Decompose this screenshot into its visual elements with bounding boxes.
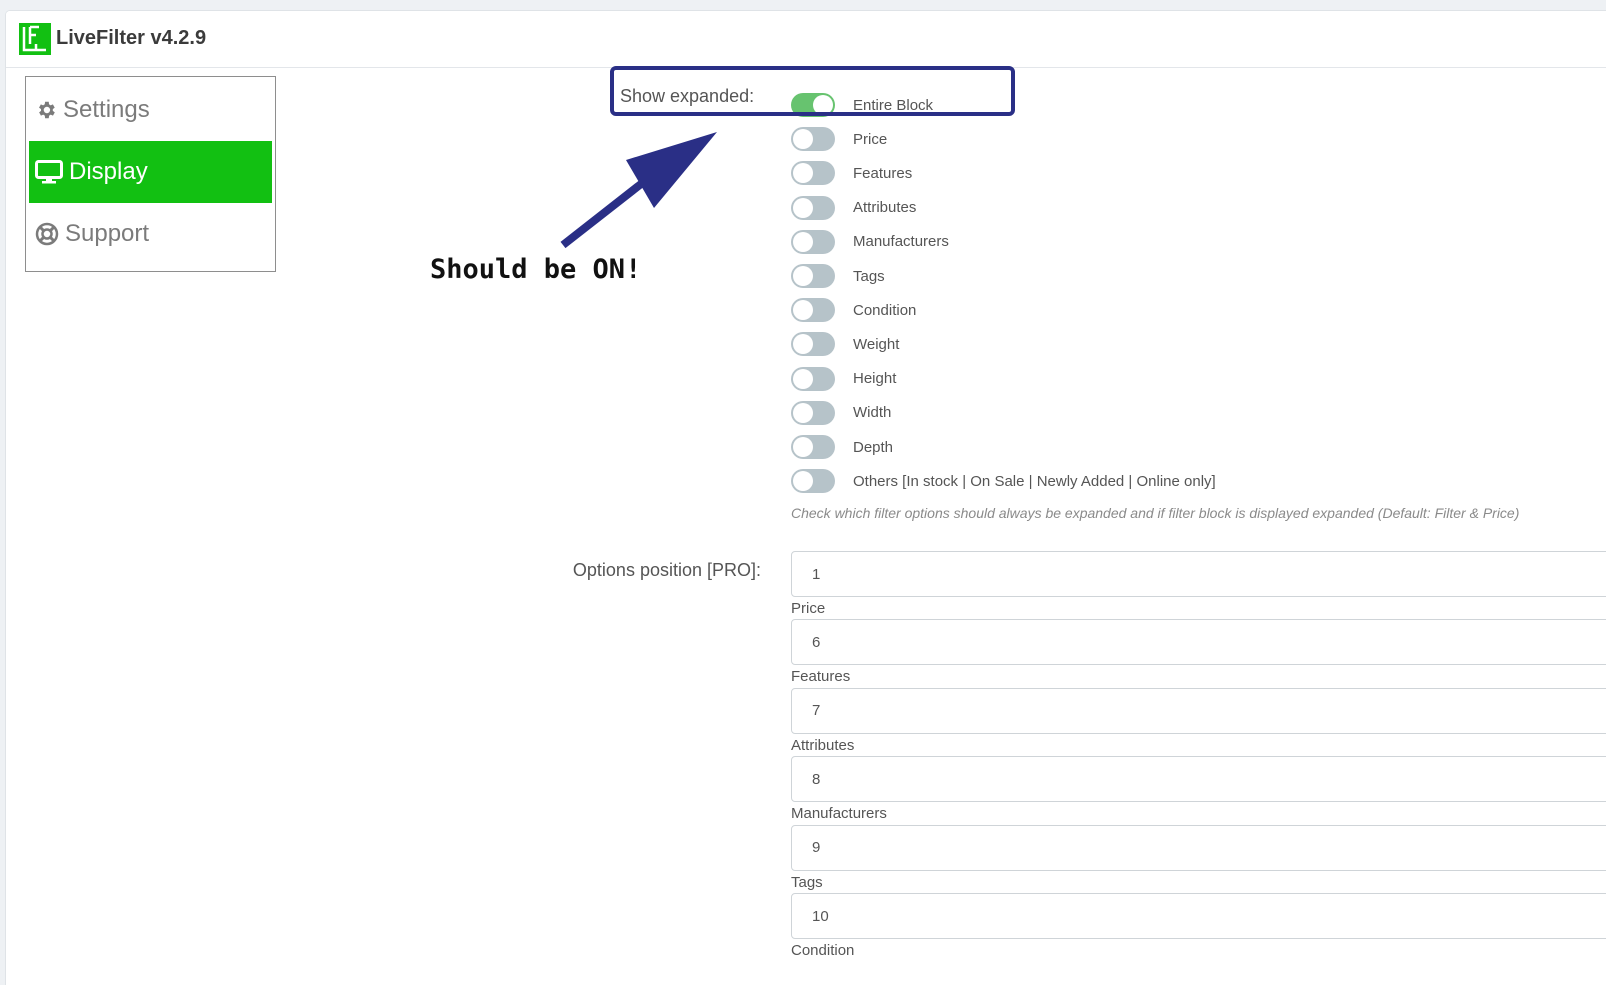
toggle-row: Others [In stock | On Sale | Newly Added… <box>791 466 1216 496</box>
toggle-knob <box>793 402 813 423</box>
position-input[interactable] <box>791 619 1606 666</box>
sidebar-nav: Settings Display Support <box>25 76 276 272</box>
position-caption: Price <box>791 600 826 617</box>
position-caption: Condition <box>791 942 855 959</box>
toggle-knob <box>793 471 813 492</box>
position-caption: Attributes <box>791 736 855 754</box>
toggle-knob <box>793 197 813 218</box>
position-caption: Manufacturers <box>791 805 887 823</box>
toggle-label: Manufacturers <box>853 233 949 251</box>
app-title: LiveFilter v4.2.9 <box>56 27 207 49</box>
toggle-row: Weight <box>791 329 899 359</box>
toggle-row: Width <box>791 398 891 428</box>
toggle-switch[interactable] <box>791 195 835 220</box>
show-expanded-help-text: Check which filter options should always… <box>791 505 1520 521</box>
options-position-label: Options position [PRO]: <box>572 560 761 580</box>
position-input[interactable] <box>791 551 1606 597</box>
livefilter-logo-icon <box>19 23 51 55</box>
toggle-label: Weight <box>853 335 900 353</box>
sidebar-item-label: Settings <box>63 96 150 123</box>
toggle-switch[interactable] <box>791 332 835 357</box>
toggle-switch[interactable] <box>791 127 835 152</box>
toggle-knob <box>793 334 813 355</box>
toggle-knob <box>793 231 813 252</box>
position-input[interactable] <box>791 756 1606 803</box>
annotation-highlight-box <box>610 66 1015 116</box>
sidebar-item-settings[interactable]: Settings <box>29 79 272 141</box>
toggle-knob <box>793 129 813 150</box>
toggle-knob <box>793 163 813 184</box>
toggle-knob <box>793 266 813 286</box>
position-caption: Tags <box>791 873 823 891</box>
toggle-switch[interactable] <box>791 400 835 425</box>
gear-icon <box>39 101 55 119</box>
toggle-label: Height <box>853 370 897 388</box>
sidebar-item-support[interactable]: Support <box>29 203 272 265</box>
toggle-label: Depth <box>853 438 894 456</box>
sidebar-item-label: Display <box>69 158 148 185</box>
position-input[interactable] <box>791 687 1606 734</box>
toggle-row: Price <box>791 124 887 154</box>
toggle-label: Features <box>853 164 913 182</box>
sidebar-item-label: Support <box>65 220 150 247</box>
toggle-row: Condition <box>791 295 916 325</box>
toggle-switch[interactable] <box>791 298 835 323</box>
toggle-switch[interactable] <box>791 366 835 391</box>
toggle-row: Manufacturers <box>791 227 949 257</box>
sidebar-item-display[interactable]: Display <box>29 141 272 203</box>
position-input[interactable] <box>791 824 1606 871</box>
toggle-row: Height <box>791 364 896 394</box>
toggle-knob <box>793 437 813 457</box>
annotation-arrow-icon <box>560 132 717 249</box>
toggle-switch[interactable] <box>791 161 835 186</box>
lifebuoy-icon <box>35 222 59 246</box>
annotation-text: Should be ON! <box>430 254 642 285</box>
monitor-icon <box>35 160 63 184</box>
toggle-row: Features <box>791 158 912 188</box>
toggle-switch[interactable] <box>791 264 835 288</box>
toggle-label: Width <box>853 404 892 422</box>
toggle-label: Others [In stock | On Sale | Newly Added… <box>853 472 1216 490</box>
toggle-label: Condition <box>853 301 917 319</box>
toggle-knob <box>793 300 813 321</box>
toggle-row: Tags <box>791 261 885 291</box>
position-input[interactable] <box>791 893 1606 939</box>
toggle-row: Depth <box>791 432 893 462</box>
header-bar: LiveFilter v4.2.9 <box>6 11 1606 68</box>
toggle-switch[interactable] <box>791 229 835 254</box>
toggle-label: Price <box>853 130 888 148</box>
toggle-switch[interactable] <box>791 469 835 494</box>
toggle-label: Tags <box>853 267 885 285</box>
position-caption: Features <box>791 668 851 686</box>
toggle-row: Attributes <box>791 193 916 223</box>
toggle-knob <box>793 368 813 389</box>
toggle-label: Attributes <box>853 199 917 217</box>
toggle-switch[interactable] <box>791 435 835 459</box>
